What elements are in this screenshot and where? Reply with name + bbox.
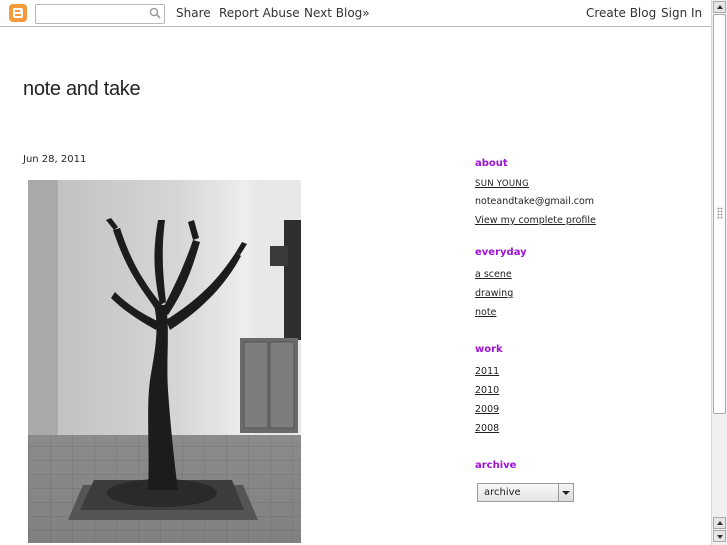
blog-title[interactable]: note and take — [23, 78, 141, 101]
blogger-navbar: Share Report Abuse Next Blog» Create Blo… — [0, 0, 711, 27]
scroll-up-button[interactable] — [713, 1, 726, 13]
scroll-down-button[interactable] — [713, 530, 726, 542]
profile-email: noteandtake@gmail.com — [475, 196, 595, 207]
archive-dropdown-value: archive — [484, 487, 521, 498]
everyday-link-drawing[interactable]: drawing — [475, 288, 513, 299]
create-blog-link[interactable]: Create Blog — [586, 6, 656, 20]
post-photo[interactable] — [28, 180, 301, 543]
everyday-widget-title: everyday — [475, 247, 527, 258]
everyday-link-a-scene[interactable]: a scene — [475, 269, 512, 280]
archive-widget-title: archive — [475, 460, 517, 471]
vertical-scrollbar[interactable] — [711, 0, 727, 545]
search-field[interactable] — [35, 4, 165, 24]
work-link-2010[interactable]: 2010 — [475, 385, 499, 396]
view-profile-link[interactable]: View my complete profile — [475, 215, 596, 226]
grip-icon — [717, 207, 723, 219]
scroll-up-button-lower[interactable] — [713, 517, 726, 529]
scroll-thumb[interactable] — [713, 14, 726, 414]
archive-dropdown[interactable]: archive — [477, 483, 574, 502]
blogger-logo-icon[interactable] — [9, 4, 27, 22]
report-abuse-link[interactable]: Report Abuse — [219, 6, 300, 20]
post-date: Jun 28, 2011 — [23, 154, 87, 165]
work-link-2008[interactable]: 2008 — [475, 423, 499, 434]
work-link-2011[interactable]: 2011 — [475, 366, 499, 377]
tree-photo-image — [28, 180, 301, 543]
search-icon[interactable] — [149, 7, 161, 19]
share-link[interactable]: Share — [176, 6, 211, 20]
sign-in-link[interactable]: Sign In — [661, 6, 702, 20]
work-link-2009[interactable]: 2009 — [475, 404, 499, 415]
about-widget-title: about — [475, 158, 508, 169]
profile-name-link[interactable]: SUN YOUNG — [475, 179, 529, 189]
work-widget-title: work — [475, 344, 503, 355]
chevron-down-icon[interactable] — [558, 484, 573, 501]
everyday-link-note[interactable]: note — [475, 307, 496, 318]
search-input[interactable] — [38, 6, 146, 20]
next-blog-link[interactable]: Next Blog» — [304, 6, 370, 20]
